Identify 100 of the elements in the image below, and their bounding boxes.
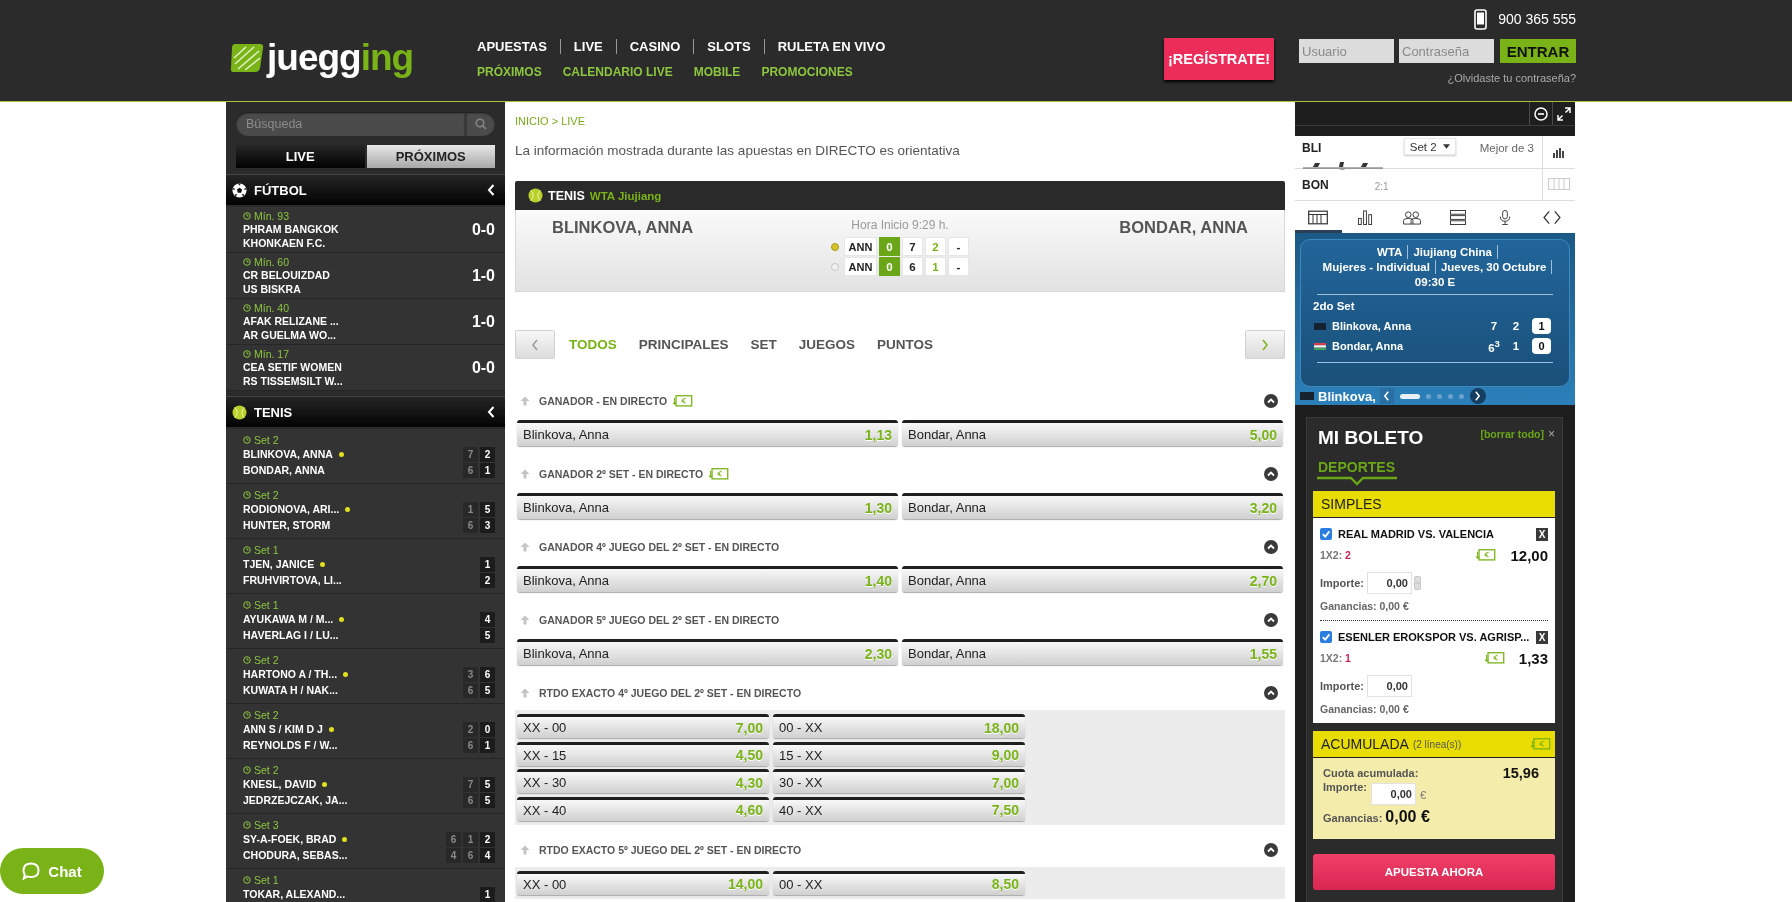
register-button[interactable]: ¡REGÍSTRATE! bbox=[1164, 38, 1274, 80]
login-button[interactable]: ENTRAR bbox=[1500, 39, 1576, 63]
forgot-password-link[interactable]: ¿Olvidaste tu contraseña? bbox=[1447, 72, 1576, 85]
market-tab[interactable]: PRINCIPALES bbox=[638, 337, 729, 352]
carousel-prev-button[interactable] bbox=[1379, 388, 1394, 404]
betslip-tab[interactable]: DEPORTES bbox=[1313, 459, 1400, 486]
market-tab[interactable]: PUNTOS bbox=[877, 337, 934, 352]
match-score: 1-0 bbox=[471, 266, 495, 285]
market-tab[interactable]: SET bbox=[750, 337, 777, 352]
player-name: REYNOLDS F / W... bbox=[243, 739, 338, 751]
username-field[interactable]: Usuario bbox=[1299, 39, 1394, 63]
password-field[interactable]: Contraseña bbox=[1399, 39, 1494, 63]
odds-button[interactable]: XX - 40 4,60 bbox=[517, 796, 769, 821]
match-row[interactable]: Mín. 60 CR BELOUIZDAD US BISKRA 1-0 bbox=[226, 253, 505, 299]
odds-button[interactable]: Bondar, Anna 1,55 bbox=[902, 639, 1283, 665]
odds-button[interactable]: Bondar, Anna 2,70 bbox=[902, 566, 1283, 592]
clear-all-link[interactable]: [borrar todo] bbox=[1480, 428, 1544, 440]
match-row[interactable]: Mín. 93 PHRAM BANGKOK KHONKAEN F.C. 0-0 bbox=[226, 207, 505, 253]
team-name: KHONKAEN F.C. bbox=[243, 235, 326, 250]
set-score: 6$^{3}$ bbox=[1487, 338, 1501, 354]
nav-link[interactable]: CASINO bbox=[615, 39, 694, 54]
search-field[interactable]: Búsqueda bbox=[236, 112, 465, 136]
odds-button[interactable]: XX - 00 7,00 bbox=[517, 714, 769, 738]
market-tab[interactable]: JUEGOS bbox=[798, 337, 856, 352]
odds-button[interactable]: 15 - XX 9,00 bbox=[773, 741, 1025, 766]
clock-icon bbox=[243, 876, 251, 884]
checkbox[interactable] bbox=[1320, 631, 1332, 643]
collapse-icon[interactable] bbox=[1264, 394, 1278, 408]
odds-button[interactable]: Blinkova, Anna 1,30 bbox=[517, 493, 898, 519]
match-row[interactable]: Set 3 SY-A-FOEK, BRAD 6 1 2 CHODURA, SEBAS... 4 6 4 bbox=[226, 814, 505, 869]
collapse-icon[interactable] bbox=[1264, 842, 1278, 857]
sidebar-tab[interactable]: PRÓXIMOS bbox=[366, 145, 495, 168]
collapse-icon[interactable] bbox=[1264, 467, 1278, 481]
tennis-ball-icon bbox=[232, 404, 247, 420]
carousel-dot[interactable] bbox=[1436, 393, 1442, 399]
bar-chart-icon[interactable] bbox=[1553, 145, 1565, 158]
set-score: 1 bbox=[480, 886, 495, 902]
stake-field[interactable]: 0,00 bbox=[1371, 783, 1416, 805]
player-name: RODIONOVA, ARI... bbox=[243, 503, 340, 515]
odds-button[interactable]: Blinkova, Anna 1,40 bbox=[517, 566, 898, 592]
nav-link[interactable]: APUESTAS bbox=[477, 39, 560, 54]
section-header: SIMPLES bbox=[1313, 491, 1555, 518]
collapse-icon[interactable] bbox=[1264, 686, 1278, 700]
subnav-link[interactable]: MOBILE bbox=[693, 65, 741, 79]
remove-button[interactable]: X bbox=[1536, 630, 1548, 644]
subnav-link[interactable]: PRÓXIMOS bbox=[477, 65, 542, 79]
bar-chart-icon bbox=[1355, 209, 1375, 225]
odds-button[interactable]: 30 - XX 7,00 bbox=[773, 769, 1025, 793]
checkbox[interactable] bbox=[1320, 528, 1332, 540]
odds-button[interactable]: 40 - XX 7,50 bbox=[773, 796, 1025, 821]
match-row[interactable]: Set 2 HARTONO A / TH... 3 6 KUWATA H / NAK... 6 5 bbox=[226, 649, 505, 704]
sidebar-tab[interactable]: LIVE bbox=[236, 145, 365, 168]
set-label: Set 2 bbox=[254, 764, 279, 776]
match-row[interactable]: Set 2 KNESL, DAVID 7 5 JEDRZEJCZAK, JA... 6 5 bbox=[226, 759, 505, 814]
logo-wordmark[interactable]: juegging bbox=[267, 38, 414, 78]
stake-field[interactable]: 0,00 bbox=[1367, 675, 1412, 697]
nav-link[interactable]: RULETA EN VIVO bbox=[763, 39, 899, 54]
remove-button[interactable]: X bbox=[1536, 527, 1548, 541]
set-selector[interactable]: Set 2 bbox=[1403, 138, 1456, 155]
set-score: 7 bbox=[1489, 320, 1499, 332]
match-row[interactable]: Set 2 ANN S / KIM D J 2 0 REYNOLDS F / W... 6 1 bbox=[226, 704, 505, 759]
odds-button[interactable]: Bondar, Anna 5,00 bbox=[902, 420, 1283, 446]
set-score: 2 bbox=[463, 721, 478, 737]
odds-button[interactable]: XX - 15 4,50 bbox=[517, 741, 769, 766]
odds-button[interactable]: XX - 30 4,30 bbox=[517, 769, 769, 793]
place-bet-button[interactable]: APUESTA AHORA bbox=[1313, 854, 1555, 890]
match-row[interactable]: Mín. 40 AFAK RELIZANE ... AR GUELMA WO... 1-0 bbox=[226, 299, 505, 345]
subnav-link[interactable]: PROMOCIONES bbox=[761, 65, 853, 79]
match-row[interactable]: Set 1 AYUKAWA M / M... 4 HAVERLAG I / LU... 5 bbox=[226, 594, 505, 649]
collapse-icon[interactable] bbox=[1264, 540, 1278, 554]
up-arrow-icon bbox=[520, 396, 530, 406]
carousel-dot[interactable] bbox=[1425, 393, 1431, 399]
odds-button[interactable]: Blinkova, Anna 1,13 bbox=[517, 420, 898, 446]
match-row[interactable]: Set 1 TJEN, JANICE 1 FRUHVIRTOVA, LI... 2 bbox=[226, 539, 505, 594]
match-row[interactable]: Mín. 17 CEA SETIF WOMEN RS TISSEMSILT W... 0-0 bbox=[226, 345, 505, 391]
player-name: KUWATA H / NAK... bbox=[243, 684, 338, 696]
logo-icon bbox=[230, 43, 264, 73]
nav-link[interactable]: LIVE bbox=[559, 39, 616, 54]
sport-header[interactable]: TENIS bbox=[226, 396, 505, 427]
odds-button[interactable]: 00 - XX 8,50 bbox=[773, 870, 1025, 895]
stake-field[interactable]: 0,00 bbox=[1367, 572, 1412, 594]
subnav-link[interactable]: CALENDARIO LIVE bbox=[562, 65, 673, 79]
nav-link[interactable]: SLOTS bbox=[693, 39, 764, 54]
betslip-title: MI BOLETO bbox=[1318, 427, 1425, 449]
odds-button[interactable]: 00 - XX 18,00 bbox=[773, 714, 1025, 738]
set-score: 6 bbox=[902, 257, 923, 276]
close-button[interactable]: × bbox=[1544, 428, 1555, 440]
carousel-next-button[interactable] bbox=[1469, 388, 1486, 404]
collapse-icon[interactable] bbox=[1264, 613, 1278, 627]
odds-button[interactable]: Bondar, Anna 3,20 bbox=[902, 493, 1283, 519]
odds-button[interactable]: XX - 00 14,00 bbox=[517, 870, 769, 895]
match-row[interactable]: Set 2 BLINKOVA, ANNA 7 2 BONDAR, ANNA 6 1 bbox=[226, 429, 505, 484]
sport-header[interactable]: FÚTBOL bbox=[226, 174, 505, 205]
match-row[interactable]: Set 1 TOKAR, ALEXAND... 1 bbox=[226, 869, 505, 902]
player-abbreviation: ANN bbox=[844, 237, 877, 256]
carousel-dot[interactable] bbox=[1458, 393, 1464, 399]
odds-button[interactable]: Blinkova, Anna 2,30 bbox=[517, 639, 898, 665]
carousel-dot[interactable] bbox=[1447, 393, 1453, 399]
match-row[interactable]: Set 2 RODIONOVA, ARI... 1 5 HUNTER, STORM 6 3 bbox=[226, 484, 505, 539]
search-button[interactable] bbox=[465, 112, 495, 136]
